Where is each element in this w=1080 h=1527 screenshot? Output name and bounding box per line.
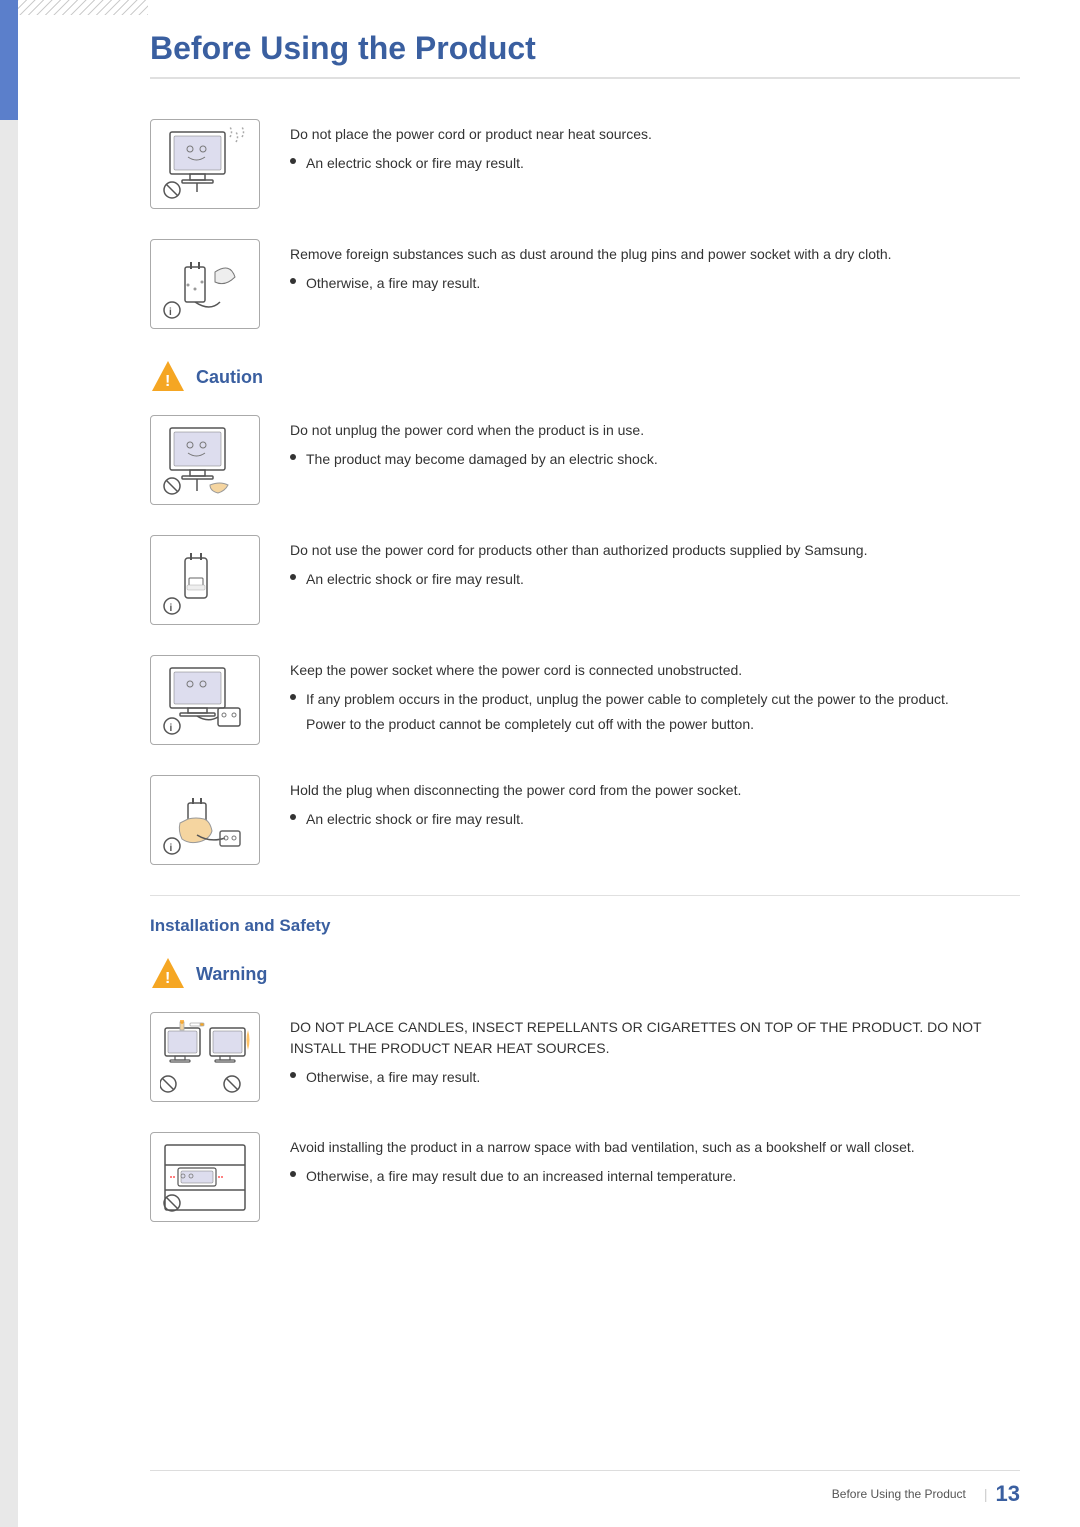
caution-item-1: Do not unplug the power cord when the pr… [150,415,1020,505]
caution-item-3-image: i [150,655,260,745]
pre-item-1-text: Do not place the power cord or product n… [290,119,1020,174]
warning-item-1-text: DO NOT PLACE CANDLES, INSECT REPELLANTS … [290,1012,1020,1088]
caution-item-4: i Hold the plug when disconnecting the p… [150,775,1020,865]
svg-text:i: i [169,307,172,318]
warning-label: Warning [196,964,267,985]
caution-item-4-image: i [150,775,260,865]
caution-item-4-text: Hold the plug when disconnecting the pow… [290,775,1020,830]
warning-triangle-icon: ! [150,956,186,992]
left-accent-blue [0,0,18,120]
warning-item-1: DO NOT PLACE CANDLES, INSECT REPELLANTS … [150,1012,1020,1102]
warning-item-1-image [150,1012,260,1102]
svg-text:i: i [170,843,173,854]
footer-separator: | [984,1486,988,1502]
bullet-dot [290,454,296,460]
candles-monitor-svg [160,1020,250,1095]
hold-plug-svg: i [160,783,250,858]
top-decorative-lines [18,0,148,15]
pre-item-2: i Remove foreign substances such as dust… [150,239,1020,329]
caution-item-3-sub: Power to the product cannot be completel… [290,714,1020,735]
caution-item-2: i Do not use the power cord for products… [150,535,1020,625]
caution-item-2-bullet: An electric shock or fire may result. [290,569,1020,590]
svg-text:!: ! [165,970,170,987]
svg-text:i: i [170,723,173,734]
caution-item-2-main: Do not use the power cord for products o… [290,540,1020,561]
pre-item-1-main: Do not place the power cord or product n… [290,124,1020,145]
caution-item-1-main: Do not unplug the power cord when the pr… [290,420,1020,441]
caution-item-1-bullet-text: The product may become damaged by an ele… [306,449,658,470]
bullet-dot [290,1171,296,1177]
pre-item-2-text: Remove foreign substances such as dust a… [290,239,1020,294]
pre-item-2-bullet: Otherwise, a fire may result. [290,273,1020,294]
warning-item-2-bullet-text: Otherwise, a fire may result due to an i… [306,1166,736,1187]
warning-item-2-bullet: Otherwise, a fire may result due to an i… [290,1166,1020,1187]
monitor-unplug-svg [160,423,250,498]
warning-item-2-image [150,1132,260,1222]
pre-item-2-main: Remove foreign substances such as dust a… [290,244,1020,265]
caution-item-1-text: Do not unplug the power cord when the pr… [290,415,1020,470]
pre-item-1-image [150,119,260,209]
left-accent-bar [0,0,18,1527]
svg-text:i: i [170,603,173,614]
bullet-dot [290,574,296,580]
caution-item-3-text: Keep the power socket where the power co… [290,655,1020,735]
installation-heading: Installation and Safety [150,916,1020,936]
warning-item-1-main: DO NOT PLACE CANDLES, INSECT REPELLANTS … [290,1017,1020,1059]
bullet-dot [290,278,296,284]
pre-item-1-bullet: An electric shock or fire may result. [290,153,1020,174]
section-divider [150,895,1020,896]
caution-item-1-bullet: The product may become damaged by an ele… [290,449,1020,470]
caution-header: ! Caution [150,359,1020,395]
caution-item-1-image [150,415,260,505]
caution-item-4-bullet-text: An electric shock or fire may result. [306,809,524,830]
caution-item-4-bullet: An electric shock or fire may result. [290,809,1020,830]
power-socket-svg: i [160,663,250,738]
caution-triangle-icon: ! [150,359,186,395]
caution-item-3-bullet: If any problem occurs in the product, un… [290,689,1020,710]
caution-item-3-bullet-text: If any problem occurs in the product, un… [306,689,949,710]
pre-item-1-bullet-text: An electric shock or fire may result. [306,153,524,174]
footer-text: Before Using the Product [832,1487,966,1501]
plug-dust-svg: i [160,247,250,322]
caution-item-4-main: Hold the plug when disconnecting the pow… [290,780,1020,801]
authorized-plug-svg: i [160,543,250,618]
warning-item-1-bullet-text: Otherwise, a fire may result. [306,1067,480,1088]
pre-item-2-image: i [150,239,260,329]
warning-item-2-main: Avoid installing the product in a narrow… [290,1137,1020,1158]
caution-item-3-main: Keep the power socket where the power co… [290,660,1020,681]
bullet-dot [290,814,296,820]
caution-label: Caution [196,367,263,388]
page-title: Before Using the Product [150,30,1020,79]
bullet-dot [290,158,296,164]
pre-item-2-bullet-text: Otherwise, a fire may result. [306,273,480,294]
footer-page-number: 13 [996,1481,1020,1507]
caution-triangle-svg: ! [150,359,186,395]
page-footer: Before Using the Product | 13 [150,1470,1020,1507]
narrow-space-svg [160,1140,250,1215]
warning-item-2: Avoid installing the product in a narrow… [150,1132,1020,1222]
svg-text:!: ! [165,373,170,390]
monitor-heat-svg [160,127,250,202]
bullet-dot [290,694,296,700]
pre-item-1: Do not place the power cord or product n… [150,119,1020,209]
bullet-dot [290,1072,296,1078]
caution-item-3: i Keep the power socket where the power … [150,655,1020,745]
caution-item-2-text: Do not use the power cord for products o… [290,535,1020,590]
caution-item-2-image: i [150,535,260,625]
warning-triangle-svg: ! [150,956,186,992]
warning-item-1-bullet: Otherwise, a fire may result. [290,1067,1020,1088]
warning-item-2-text: Avoid installing the product in a narrow… [290,1132,1020,1187]
caution-item-2-bullet-text: An electric shock or fire may result. [306,569,524,590]
warning-header: ! Warning [150,956,1020,992]
